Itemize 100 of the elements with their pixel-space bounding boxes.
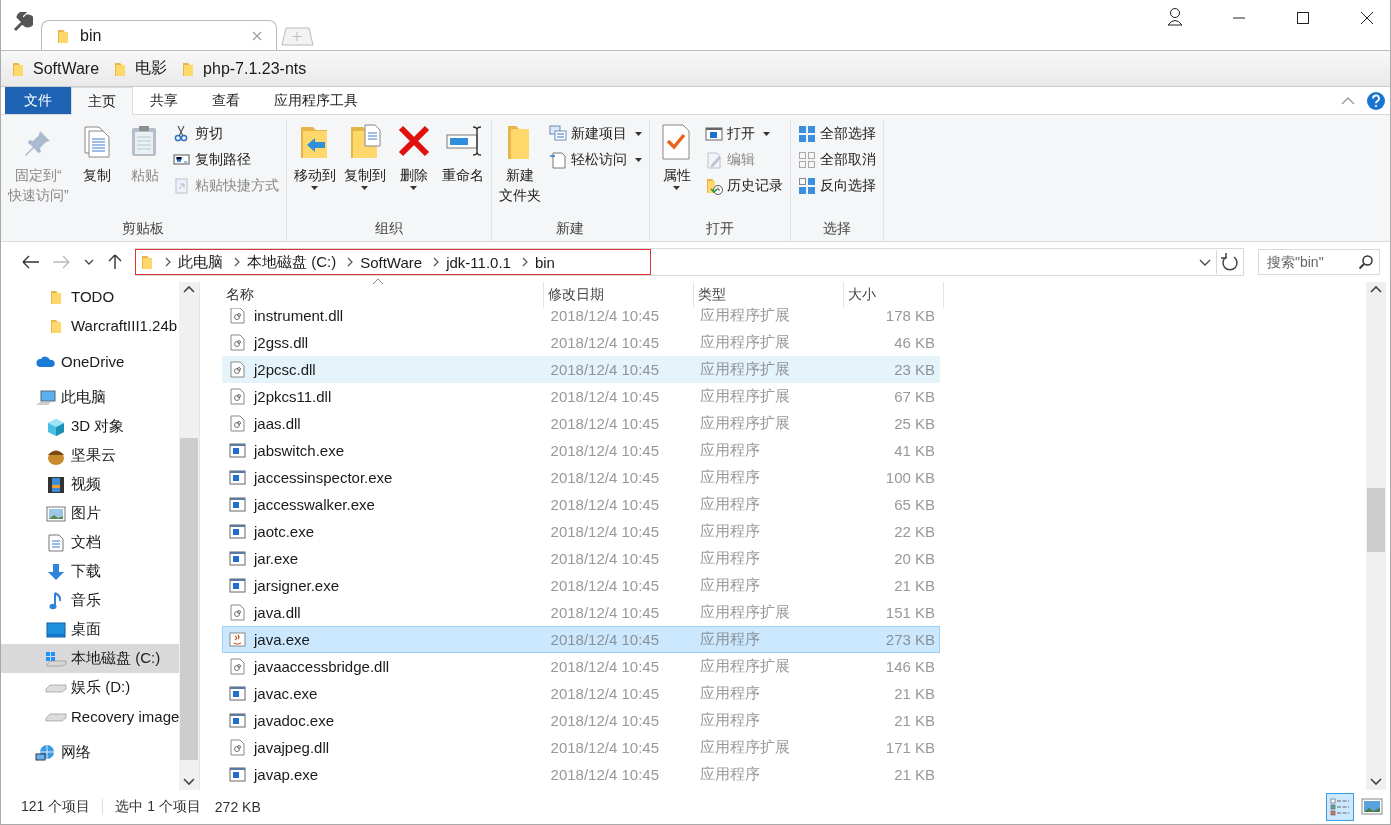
close-icon[interactable]: [252, 30, 262, 41]
scrollbar[interactable]: [179, 282, 199, 790]
file-menu-tab[interactable]: 文件: [5, 87, 71, 114]
application-icon: [229, 496, 246, 513]
search-field[interactable]: 搜索"bin": [1258, 249, 1380, 275]
file-row[interactable]: j2pcsc.dll 2018/12/4 10:45 应用程序扩展 23 KB: [222, 356, 940, 383]
film-icon: [47, 475, 65, 494]
column-header[interactable]: 修改日期: [544, 282, 694, 308]
bookmark-link[interactable]: php-7.1.23-nts: [203, 59, 307, 78]
table-cell-text: 2018/12/4 10:45: [549, 766, 660, 783]
file-row[interactable]: jaotc.exe 2018/12/4 10:45 应用程序 22 KB: [222, 518, 940, 545]
file-row[interactable]: java.exe 2018/12/4 10:45 应用程序 273 KB: [222, 626, 940, 653]
scrollbar-thumb[interactable]: [180, 438, 198, 760]
ribbon-button[interactable]: 反向选择: [794, 175, 879, 197]
breadcrumb-item[interactable]: jdk-11.0.1: [446, 253, 511, 271]
network-icon: [35, 743, 57, 762]
caret-icon: [762, 132, 770, 136]
folder-clock-icon: [704, 177, 723, 195]
file-row[interactable]: javaaccessbridge.dll 2018/12/4 10:45 应用程序扩展 146 KB: [222, 653, 940, 680]
ribbon-tab[interactable]: 主页: [71, 87, 133, 115]
file-row[interactable]: jabswitch.exe 2018/12/4 10:45 应用程序 41 KB: [222, 437, 940, 464]
tree-item[interactable]: 图片: [1, 499, 179, 528]
table-cell-text: 应用程序: [699, 576, 762, 595]
ribbon-button[interactable]: 新建项目: [545, 123, 645, 145]
tree-item[interactable]: 本地磁盘 (C:): [1, 644, 179, 673]
column-header[interactable]: 类型: [694, 282, 844, 308]
file-name: javajpeg.dll: [254, 739, 330, 756]
ribbon-button[interactable]: 新建 文件夹: [495, 119, 544, 217]
selection-size: 272 KB: [214, 799, 261, 815]
ribbon-button[interactable]: 历史记录: [701, 175, 786, 197]
ribbon-button[interactable]: 移动到: [290, 119, 339, 217]
file-row[interactable]: jar.exe 2018/12/4 10:45 应用程序 20 KB: [222, 545, 940, 572]
file-row[interactable]: j2gss.dll 2018/12/4 10:45 应用程序扩展 46 KB: [222, 329, 940, 356]
tree-item[interactable]: 坚果云: [1, 441, 179, 470]
tree-item[interactable]: 桌面: [1, 615, 179, 644]
file-row[interactable]: jarsigner.exe 2018/12/4 10:45 应用程序 21 KB: [222, 572, 940, 599]
ribbon-button[interactable]: 复制路径: [169, 149, 282, 171]
table-cell-text: 2018/12/4 10:45: [549, 739, 660, 756]
settings-file-icon: [229, 604, 246, 621]
browser-tab[interactable]: bin: [41, 20, 277, 50]
tree-item[interactable]: 此电脑: [1, 383, 179, 412]
file-row[interactable]: javadoc.exe 2018/12/4 10:45 应用程序 21 KB: [222, 707, 940, 734]
file-name: jar.exe: [254, 550, 299, 567]
selection-count: 选中 1 个项目: [115, 798, 201, 816]
file-row[interactable]: javajpeg.dll 2018/12/4 10:45 应用程序扩展 171 KB: [222, 734, 940, 761]
scrollbar-thumb[interactable]: [1367, 488, 1385, 552]
ribbon-button[interactable]: 删除: [390, 119, 437, 217]
tree-item[interactable]: OneDrive: [1, 347, 179, 376]
breadcrumb-item[interactable]: bin: [534, 253, 555, 271]
wrench-icon[interactable]: [11, 12, 33, 34]
file-row[interactable]: instrument.dll 2018/12/4 10:45 应用程序扩展 178 KB: [222, 308, 940, 329]
tree-item[interactable]: 娱乐 (D:): [1, 673, 179, 702]
file-row[interactable]: j2pkcs11.dll 2018/12/4 10:45 应用程序扩展 67 KB: [222, 383, 940, 410]
search-icon[interactable]: [1358, 254, 1374, 270]
application-icon: [229, 685, 246, 702]
file-row[interactable]: javac.exe 2018/12/4 10:45 应用程序 21 KB: [222, 680, 940, 707]
group-label: 新建: [555, 219, 586, 238]
column-header[interactable]: 大小: [844, 282, 944, 308]
breadcrumb-item[interactable]: SoftWare: [360, 253, 423, 271]
file-row[interactable]: jaccesswalker.exe 2018/12/4 10:45 应用程序 65 KB: [222, 491, 940, 518]
settings-file-icon: [229, 308, 246, 324]
ribbon-button[interactable]: 打开: [701, 123, 786, 145]
ribbon-button[interactable]: 复制: [73, 119, 120, 217]
tree-item[interactable]: TODO: [1, 282, 179, 311]
ribbon-button[interactable]: 复制到: [340, 119, 389, 217]
shortcut-icon: [172, 177, 191, 195]
details-view-button[interactable]: [1326, 793, 1354, 821]
tree-item[interactable]: 网络: [1, 738, 179, 767]
tree-item[interactable]: 文档: [1, 528, 179, 557]
ribbon-button[interactable]: 重命名: [438, 119, 487, 217]
collapse-icon[interactable]: [1340, 95, 1356, 106]
breadcrumb-item[interactable]: 此电脑: [178, 252, 223, 272]
breadcrumb-item[interactable]: 本地磁盘 (C:): [247, 252, 337, 272]
table-cell-text: 应用程序扩展: [699, 414, 792, 433]
tree-item[interactable]: 下载: [1, 557, 179, 586]
file-row[interactable]: java.dll 2018/12/4 10:45 应用程序扩展 151 KB: [222, 599, 940, 626]
ribbon-button[interactable]: 轻松访问: [545, 149, 645, 171]
folder-icon: [11, 60, 25, 77]
ribbon-button[interactable]: 全部取消: [794, 149, 879, 171]
grid-icon: [797, 177, 816, 195]
file-row[interactable]: jaccessinspector.exe 2018/12/4 10:45 应用程序 100 KB: [222, 464, 940, 491]
table-cell-text: 2018/12/4 10:45: [549, 712, 660, 729]
tree-item[interactable]: Recovery image: [1, 702, 179, 731]
caret-icon: [673, 186, 681, 190]
ribbon-button[interactable]: 剪切: [169, 123, 282, 145]
tree-item[interactable]: 音乐: [1, 586, 179, 615]
address-bar[interactable]: 此电脑 本地磁盘 (C:) SoftWare jdk-11.0.1 bin: [135, 248, 1244, 276]
table-cell-text: 应用程序扩展: [699, 738, 792, 757]
tree-item[interactable]: 3D 对象: [1, 412, 179, 441]
bookmark-link[interactable]: 电影: [135, 58, 168, 79]
ribbon-button[interactable]: 全部选择: [794, 123, 879, 145]
tree-item[interactable]: WarcraftIII1.24b: [1, 311, 179, 340]
file-row[interactable]: jaas.dll 2018/12/4 10:45 应用程序扩展 25 KB: [222, 410, 940, 437]
help-icon[interactable]: [1366, 90, 1386, 111]
tree-item[interactable]: 视频: [1, 470, 179, 499]
item-count: 121 个项目: [21, 798, 91, 816]
scrollbar[interactable]: [1366, 282, 1386, 790]
bookmark-link[interactable]: SoftWare: [33, 59, 100, 78]
ribbon-button[interactable]: 属性: [653, 119, 700, 217]
file-row[interactable]: javap.exe 2018/12/4 10:45 应用程序 21 KB: [222, 761, 940, 788]
